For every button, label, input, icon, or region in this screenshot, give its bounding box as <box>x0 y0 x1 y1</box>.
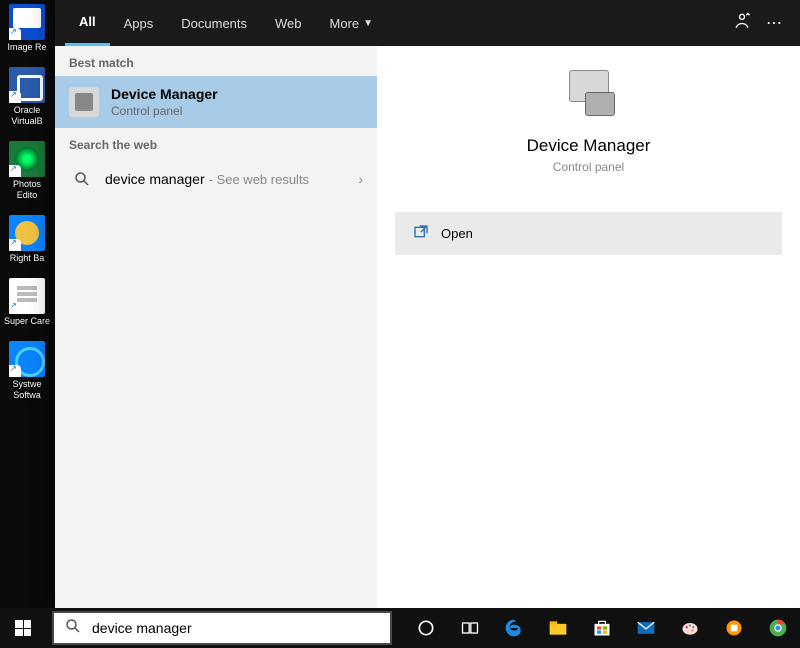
chrome-icon[interactable] <box>756 608 800 648</box>
tab-more[interactable]: More▼ <box>316 0 388 46</box>
mail-icon[interactable] <box>624 608 668 648</box>
file-explorer-icon[interactable] <box>536 608 580 648</box>
edge-icon[interactable] <box>492 608 536 648</box>
open-action[interactable]: Open <box>395 212 782 255</box>
windows-logo-icon <box>15 620 31 636</box>
desktop-icon-photos-editor[interactable]: Photos Edito <box>2 141 52 201</box>
chevron-down-icon: ▼ <box>363 18 373 29</box>
tab-web[interactable]: Web <box>261 0 316 46</box>
tab-documents[interactable]: Documents <box>167 0 261 46</box>
device-manager-icon <box>69 87 99 117</box>
device-manager-large-icon <box>559 70 619 122</box>
result-preview-pane: Device Manager Control panel Open <box>377 46 800 608</box>
desktop-icon-super-care[interactable]: Super Care <box>2 278 52 327</box>
more-options-icon[interactable]: ⋯ <box>758 13 790 33</box>
desktop-icon-oracle-virtualbox[interactable]: Oracle VirtualB <box>2 67 52 127</box>
open-icon <box>413 224 429 243</box>
desktop: Image Re Oracle VirtualB Photos Edito Ri… <box>0 0 55 608</box>
feedback-icon[interactable] <box>726 11 758 36</box>
tab-apps[interactable]: Apps <box>110 0 168 46</box>
desktop-icon-image-resizer[interactable]: Image Re <box>2 4 52 53</box>
search-web-header: Search the web <box>55 128 377 158</box>
start-button[interactable] <box>0 608 46 648</box>
search-filter-tabs: All Apps Documents Web More▼ ⋯ <box>55 0 800 46</box>
microsoft-store-icon[interactable] <box>580 608 624 648</box>
task-view-icon[interactable] <box>448 608 492 648</box>
web-search-query: device manager <box>105 171 205 187</box>
web-search-result[interactable]: device manager - See web results › <box>55 158 377 200</box>
desktop-icon-systweak-software[interactable]: Systwe Softwa <box>2 341 52 401</box>
results-list: Best match Device Manager Control panel … <box>55 46 377 608</box>
preview-subtitle: Control panel <box>377 160 800 174</box>
taskbar-search-box[interactable] <box>52 611 392 645</box>
web-search-hint: - See web results <box>209 172 309 187</box>
chevron-right-icon: › <box>358 171 363 187</box>
paint-icon[interactable] <box>668 608 712 648</box>
desktop-icon-right-backup[interactable]: Right Ba <box>2 215 52 264</box>
result-subtitle: Control panel <box>111 104 218 118</box>
search-icon <box>69 170 95 188</box>
search-icon <box>64 617 82 640</box>
cortana-icon[interactable] <box>404 608 448 648</box>
search-input[interactable] <box>92 620 380 636</box>
result-title: Device Manager <box>111 86 218 102</box>
open-label: Open <box>441 226 473 241</box>
best-match-header: Best match <box>55 46 377 76</box>
app-icon[interactable] <box>712 608 756 648</box>
tab-all[interactable]: All <box>65 0 110 46</box>
taskbar <box>0 608 800 648</box>
preview-title: Device Manager <box>377 136 800 156</box>
result-device-manager[interactable]: Device Manager Control panel <box>55 76 377 128</box>
start-search-panel: All Apps Documents Web More▼ ⋯ Best matc… <box>55 0 800 608</box>
